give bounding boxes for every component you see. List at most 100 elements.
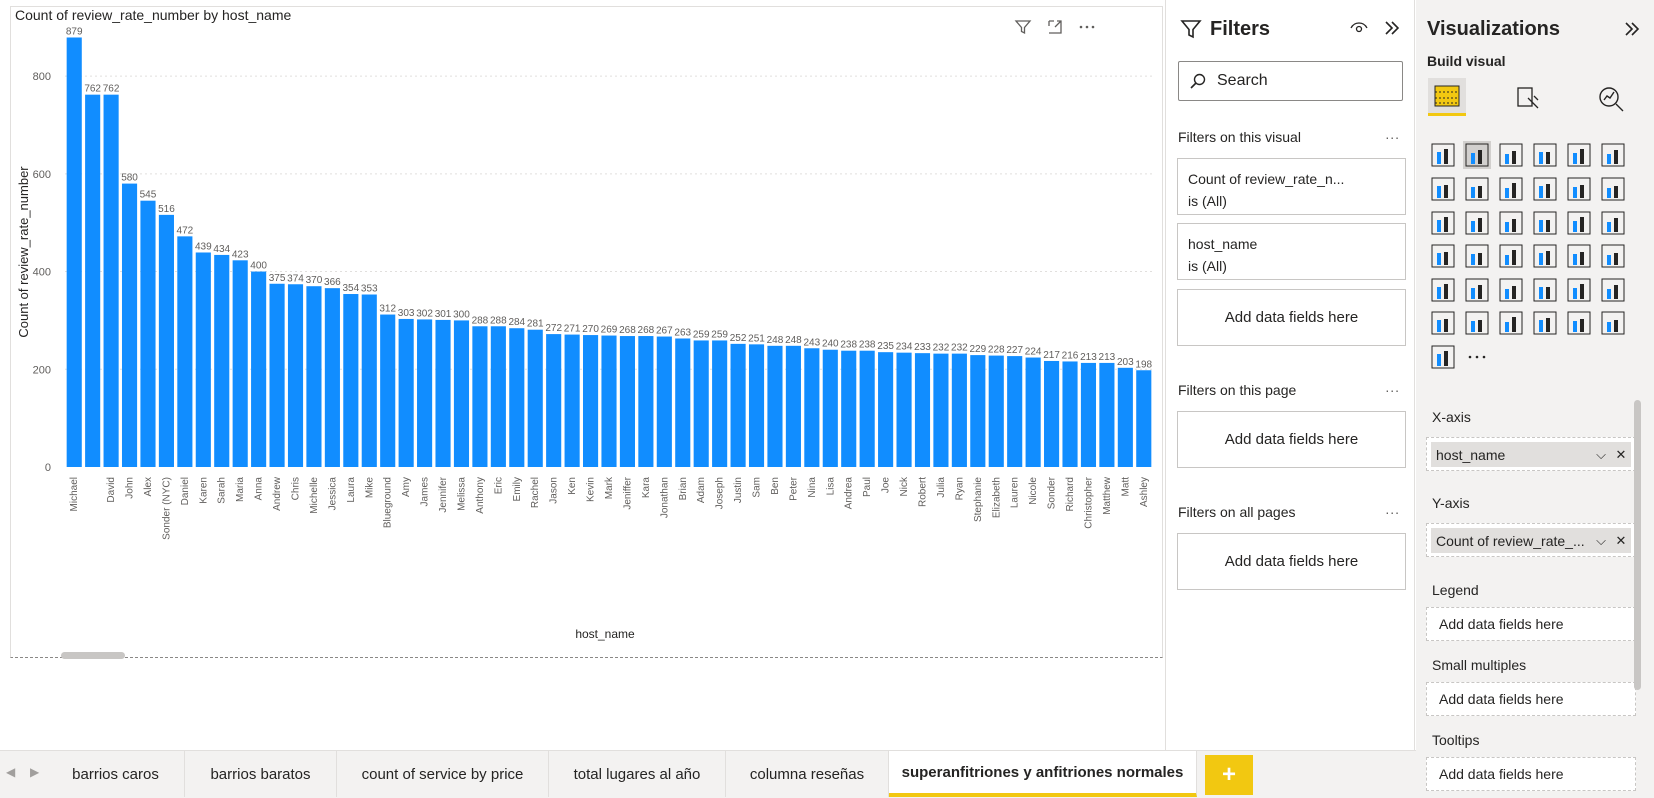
more-icon[interactable]: ... xyxy=(1385,379,1400,395)
line-chart-icon[interactable] xyxy=(1431,177,1455,201)
more-visuals-icon[interactable] xyxy=(1468,355,1486,359)
close-icon[interactable]: ✕ xyxy=(1613,528,1629,553)
filter-icon[interactable] xyxy=(1011,15,1035,39)
legend-well[interactable]: Add data fields here xyxy=(1426,607,1636,641)
area-chart-icon[interactable] xyxy=(1465,177,1489,201)
more-options-icon[interactable] xyxy=(1075,15,1099,39)
power-apps-icon[interactable] xyxy=(1601,311,1625,335)
analytics-tab-icon[interactable] xyxy=(1594,82,1628,116)
eye-icon[interactable] xyxy=(1350,19,1368,42)
bar xyxy=(361,294,377,467)
map-icon[interactable] xyxy=(1431,244,1455,268)
collapse-filters-icon[interactable] xyxy=(1382,18,1402,43)
paginated-report-icon[interactable] xyxy=(1533,311,1557,335)
tab-total-lugares[interactable]: total lugares al año xyxy=(549,751,726,797)
line-clustered-icon[interactable] xyxy=(1567,177,1591,201)
filled-map-icon[interactable] xyxy=(1465,244,1489,268)
clustered-bar-icon[interactable] xyxy=(1499,143,1523,167)
100-bar-icon[interactable] xyxy=(1567,143,1591,167)
x-tick-label: Andrew xyxy=(272,476,283,511)
x-axis-well[interactable]: host_name ⌵ ✕ xyxy=(1426,437,1636,471)
visual-types-gallery xyxy=(1431,141,1625,369)
bar xyxy=(693,340,709,467)
viz-pane-scrollbar[interactable] xyxy=(1634,400,1641,690)
y-tick-label: 800 xyxy=(33,71,51,83)
table-icon[interactable] xyxy=(1465,278,1489,302)
tab-superanfitriones[interactable]: superanfitriones y anfitriones normales xyxy=(889,751,1197,797)
collapse-viz-icon[interactable] xyxy=(1622,19,1642,44)
bar xyxy=(232,260,248,467)
bar-chart-visual[interactable]: 0 200 400 600 800 Count of review_rate_number… xyxy=(10,6,1163,659)
x-tick-label: Paul xyxy=(862,477,873,497)
ribbon-chart-icon[interactable] xyxy=(1601,177,1625,201)
slicer-icon[interactable] xyxy=(1431,278,1455,302)
tab-barrios-caros[interactable]: barrios caros xyxy=(47,751,185,797)
y-axis-well[interactable]: Count of review_rate_... ⌵ ✕ xyxy=(1426,523,1636,557)
card-icon[interactable] xyxy=(1533,244,1557,268)
add-page-button[interactable]: + xyxy=(1205,755,1253,795)
filter-condition: is (All) xyxy=(1188,193,1227,209)
decomposition-tree-icon[interactable] xyxy=(1431,311,1455,335)
clustered-column-icon[interactable] xyxy=(1463,141,1491,169)
x-tick-label: Adam xyxy=(696,477,707,503)
stacked-area-icon[interactable] xyxy=(1499,177,1523,201)
stacked-column-icon[interactable] xyxy=(1533,143,1557,167)
chevron-down-icon[interactable]: ⌵ xyxy=(1593,442,1609,467)
multi-row-card-icon[interactable] xyxy=(1567,244,1591,268)
tab-next-icon[interactable]: ▶ xyxy=(30,765,39,779)
horizontal-scrollbar[interactable] xyxy=(61,652,125,659)
qa-icon[interactable] xyxy=(1465,311,1489,335)
format-visual-tab-icon[interactable] xyxy=(1512,82,1546,116)
build-visual-tab-icon[interactable] xyxy=(1428,78,1466,116)
filter-field-name: host_name xyxy=(1188,236,1258,252)
data-label: 580 xyxy=(121,173,138,184)
tab-count-of-service[interactable]: count of service by price xyxy=(337,751,549,797)
bar xyxy=(472,326,488,467)
more-icon[interactable]: ... xyxy=(1385,126,1400,142)
tab-prev-icon[interactable]: ◀ xyxy=(6,765,15,779)
funnel-icon[interactable] xyxy=(1465,211,1489,235)
chevron-down-icon[interactable]: ⌵ xyxy=(1593,528,1609,553)
smart-narrative-icon[interactable] xyxy=(1499,311,1523,335)
focus-mode-icon[interactable] xyxy=(1043,15,1067,39)
power-automate-icon[interactable] xyxy=(1431,345,1455,369)
data-label: 303 xyxy=(398,308,415,319)
data-label: 251 xyxy=(748,333,765,344)
pie-chart-icon[interactable] xyxy=(1533,211,1557,235)
bar xyxy=(214,254,230,467)
kpi-icon[interactable] xyxy=(1601,244,1625,268)
azure-map-icon[interactable] xyxy=(1567,311,1591,335)
bar xyxy=(251,271,267,467)
bar xyxy=(1025,357,1041,467)
filter-card-review-rate[interactable]: Count of review_rate_n... is (All) xyxy=(1177,158,1406,215)
filter-search-input[interactable]: Search xyxy=(1178,61,1403,101)
all-pages-filter-drop-zone[interactable]: Add data fields here xyxy=(1177,533,1406,590)
close-icon[interactable]: ✕ xyxy=(1613,442,1629,467)
x-axis-label: X-axis xyxy=(1432,409,1471,425)
donut-chart-icon[interactable] xyxy=(1567,211,1591,235)
treemap-icon[interactable] xyxy=(1601,211,1625,235)
scatter-icon[interactable] xyxy=(1499,211,1523,235)
filter-card-host-name[interactable]: host_name is (All) xyxy=(1177,223,1406,280)
page-filter-drop-zone[interactable]: Add data fields here xyxy=(1177,411,1406,468)
tooltips-well[interactable]: Add data fields here xyxy=(1426,757,1636,791)
x-tick-label: Maria xyxy=(235,477,246,502)
visual-filter-drop-zone[interactable]: Add data fields here xyxy=(1177,289,1406,346)
stacked-bar-icon[interactable] xyxy=(1431,143,1455,167)
small-multiples-well[interactable]: Add data fields here xyxy=(1426,682,1636,716)
waterfall-icon[interactable] xyxy=(1431,211,1455,235)
visual-title: Count of review_rate_number by host_name xyxy=(15,7,292,23)
100-column-icon[interactable] xyxy=(1601,143,1625,167)
line-column-icon[interactable] xyxy=(1533,177,1557,201)
python-visual-icon[interactable] xyxy=(1567,278,1591,302)
key-influencers-icon[interactable] xyxy=(1601,278,1625,302)
gauge-icon[interactable] xyxy=(1499,244,1523,268)
matrix-icon[interactable] xyxy=(1499,278,1523,302)
more-icon[interactable]: ... xyxy=(1385,501,1400,517)
bar xyxy=(859,350,875,467)
tab-columna-resenas[interactable]: columna reseñas xyxy=(726,751,889,797)
r-visual-icon[interactable] xyxy=(1533,278,1557,302)
bar xyxy=(748,344,765,467)
filter-pane-icon xyxy=(1180,18,1202,45)
tab-barrios-baratos[interactable]: barrios baratos xyxy=(185,751,337,797)
